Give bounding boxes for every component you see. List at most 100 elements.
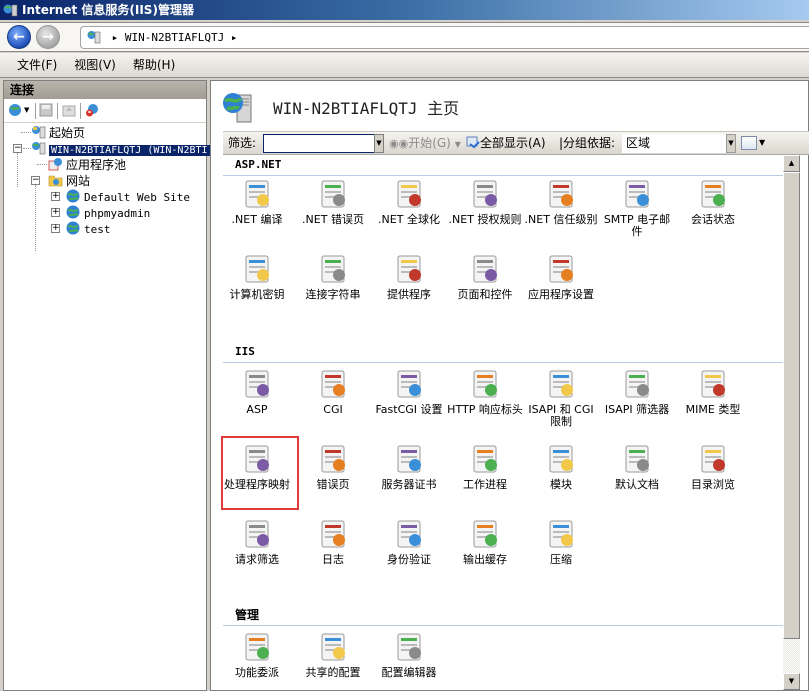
- section-header[interactable]: IIS: [223, 343, 783, 363]
- trust-level-icon: [545, 178, 577, 210]
- connections-tree: 起始页 − WIN-N2BTIAFLQTJ (WIN-N2BTI 应用程序池 −…: [4, 123, 210, 251]
- up-icon[interactable]: [62, 103, 76, 117]
- connect-icon[interactable]: [8, 103, 22, 117]
- section-header[interactable]: 管理: [223, 606, 783, 626]
- section-header[interactable]: ASP.NET: [223, 156, 783, 176]
- feature-item[interactable]: 配置编辑器: [371, 631, 447, 679]
- tree-item-app-pools[interactable]: 应用程序池: [48, 157, 126, 173]
- feature-item[interactable]: 身份验证: [371, 518, 447, 566]
- feature-item[interactable]: 压缩: [523, 518, 599, 566]
- address-bar[interactable]: ▸ WIN-N2BTIAFLQTJ ▸: [80, 26, 809, 49]
- feature-item[interactable]: MIME 类型: [675, 368, 751, 416]
- feature-item[interactable]: ISAPI 和 CGI 限制: [523, 368, 599, 428]
- iis-app-icon: [3, 4, 18, 17]
- menu-bar: 文件(F) 视图(V) 帮助(H): [0, 53, 809, 78]
- start-filter-button[interactable]: ◉◉开始(G) ▼: [389, 132, 461, 156]
- connections-toolbar: ▼: [4, 99, 206, 123]
- feature-delegation-icon: [241, 631, 273, 663]
- feature-item[interactable]: 功能委派: [223, 631, 295, 679]
- collapse-toggle[interactable]: −: [31, 176, 40, 185]
- server-icon: [32, 142, 46, 155]
- expand-toggle[interactable]: +: [51, 208, 60, 217]
- feature-item[interactable]: 提供程序: [371, 253, 447, 301]
- config-editor-icon: [393, 631, 425, 663]
- feature-item[interactable]: 服务器证书: [371, 443, 447, 491]
- feature-label: 页面和控件: [457, 288, 513, 301]
- feature-item[interactable]: 页面和控件: [447, 253, 523, 301]
- vertical-scrollbar[interactable]: ▲ ▼: [783, 155, 800, 690]
- feature-item[interactable]: 输出缓存: [447, 518, 523, 566]
- show-all-button[interactable]: 全部显示(A): [466, 132, 546, 154]
- feature-item[interactable]: ISAPI 筛选器: [599, 368, 675, 416]
- menu-file[interactable]: 文件(F): [10, 53, 64, 77]
- breadcrumb-server[interactable]: WIN-N2BTIAFLQTJ: [125, 31, 224, 44]
- feature-item[interactable]: .NET 全球化: [371, 178, 447, 226]
- group-by-select[interactable]: 区域: [622, 134, 726, 153]
- feature-item[interactable]: .NET 信任级别: [523, 178, 599, 226]
- tree-item-site[interactable]: Default Web Site: [66, 189, 190, 205]
- feature-label: .NET 信任级别: [524, 213, 598, 226]
- feature-label: 默认文档: [615, 478, 659, 491]
- expand-toggle[interactable]: +: [51, 192, 60, 201]
- feature-label: .NET 全球化: [378, 213, 440, 226]
- expand-toggle[interactable]: +: [51, 224, 60, 233]
- feature-item[interactable]: .NET 编译: [223, 178, 295, 226]
- menu-help[interactable]: 帮助(H): [126, 53, 182, 77]
- tree-item-sites[interactable]: 网站: [48, 173, 90, 189]
- disconnect-icon[interactable]: [85, 103, 99, 117]
- back-button[interactable]: ←: [7, 25, 31, 49]
- show-all-label: 全部显示(A): [480, 136, 546, 150]
- modules-icon: [545, 443, 577, 475]
- scroll-up-button[interactable]: ▲: [783, 155, 800, 172]
- feature-item[interactable]: CGI: [295, 368, 371, 416]
- feature-item[interactable]: 默认文档: [599, 443, 675, 491]
- breadcrumb-separator[interactable]: ▸: [231, 31, 238, 44]
- forward-button[interactable]: →: [36, 25, 60, 49]
- tree-item-site[interactable]: phpmyadmin: [66, 205, 150, 221]
- feature-item[interactable]: 模块: [523, 443, 599, 491]
- scroll-down-button[interactable]: ▼: [783, 673, 800, 690]
- collapse-toggle[interactable]: −: [13, 144, 22, 153]
- filter-input[interactable]: [263, 134, 375, 153]
- tree-item-site[interactable]: test: [66, 221, 111, 237]
- feature-item[interactable]: 工作进程: [447, 443, 523, 491]
- filter-dropdown-button[interactable]: ▼: [374, 134, 384, 153]
- group-by-dropdown-button[interactable]: ▼: [726, 134, 736, 153]
- feature-item[interactable]: 错误页: [295, 443, 371, 491]
- feature-item[interactable]: 连接字符串: [295, 253, 371, 301]
- tree-item-server[interactable]: WIN-N2BTIAFLQTJ (WIN-N2BTI: [31, 141, 210, 157]
- feature-item[interactable]: 日志: [295, 518, 371, 566]
- toolbar-separator: [57, 103, 58, 119]
- feature-item[interactable]: .NET 授权规则: [447, 178, 523, 226]
- feature-item[interactable]: .NET 错误页: [295, 178, 371, 226]
- feature-item[interactable]: SMTP 电子邮件: [599, 178, 675, 238]
- authentication-icon: [393, 518, 425, 550]
- connect-dropdown-icon[interactable]: ▼: [24, 103, 32, 117]
- compression-icon: [545, 518, 577, 550]
- tree-item-label: test: [84, 223, 111, 236]
- feature-item[interactable]: 应用程序设置: [523, 253, 599, 301]
- feature-item[interactable]: HTTP 响应标头: [447, 368, 523, 416]
- connections-title: 连接: [4, 81, 206, 99]
- feature-item[interactable]: 目录浏览: [675, 443, 751, 491]
- view-mode-icon[interactable]: [741, 136, 757, 150]
- forward-arrow-icon: →: [42, 29, 54, 45]
- globe-icon: [66, 221, 80, 235]
- feature-label: ASP: [246, 403, 268, 416]
- feature-item[interactable]: FastCGI 设置: [371, 368, 447, 416]
- feature-item[interactable]: 请求筛选: [223, 518, 295, 566]
- menu-view[interactable]: 视图(V): [67, 53, 123, 77]
- feature-item[interactable]: 会话状态: [675, 178, 751, 226]
- feature-label: ISAPI 和 CGI 限制: [528, 403, 594, 428]
- server-globe-icon: [223, 93, 252, 123]
- default-document-icon: [621, 443, 653, 475]
- feature-item[interactable]: ASP: [223, 368, 295, 416]
- tree-item-start-page[interactable]: 起始页: [31, 125, 85, 141]
- tree-item-label: 应用程序池: [66, 158, 127, 172]
- feature-label: FastCGI 设置: [375, 403, 443, 416]
- feature-item[interactable]: 计算机密钥: [223, 253, 295, 301]
- view-mode-dropdown-icon[interactable]: ▼: [759, 132, 765, 154]
- feature-item[interactable]: 共享的配置: [295, 631, 371, 679]
- scroll-thumb[interactable]: [783, 172, 800, 639]
- save-icon[interactable]: [39, 103, 53, 117]
